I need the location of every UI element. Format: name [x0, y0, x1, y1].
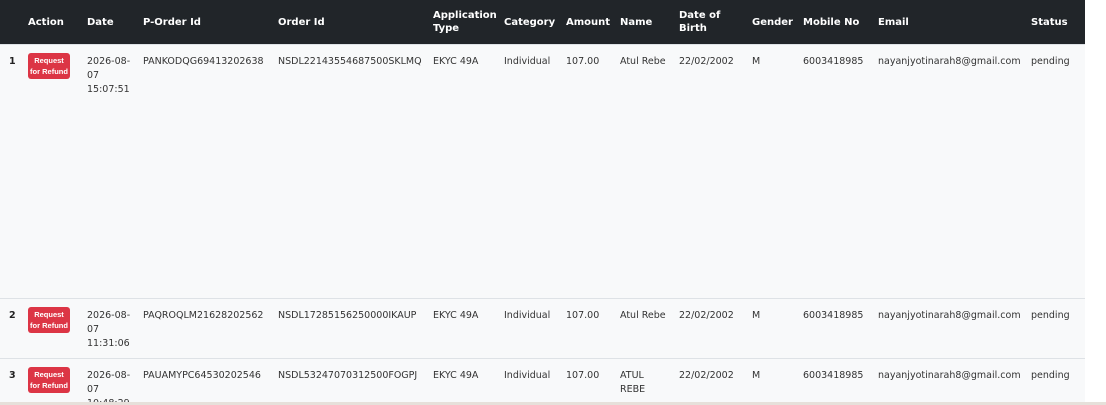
order-id-cell: NSDL17285156250000IKAUP [274, 298, 429, 359]
header-mobile-no: Mobile No [799, 0, 874, 45]
table-body: 1 Request for Refund 2026-08-07 15:07:51… [0, 44, 1085, 405]
p-order-id-cell: PAQROQLM21628202562 [139, 298, 274, 359]
dob-cell: 22/02/2002 [675, 298, 748, 359]
header-action: Action [24, 0, 83, 45]
date-cell: 2026-08-07 10:48:29 [83, 358, 139, 405]
vertical-scrollbar[interactable] [1085, 0, 1106, 405]
dob-cell: 22/02/2002 [675, 44, 748, 299]
name-cell: Atul Rebe [616, 298, 675, 359]
dob-cell: 22/02/2002 [675, 358, 748, 405]
mobile-cell: 6003418985 [799, 298, 874, 359]
header-name: Name [616, 0, 675, 45]
amount-cell: 107.00 [562, 358, 616, 405]
action-cell: Request for Refund [24, 358, 83, 405]
email-cell: nayanjyotinarah8@gmail.com [874, 358, 1027, 405]
category-cell: Individual [500, 358, 562, 405]
request-refund-button[interactable]: Request for Refund [28, 367, 70, 393]
status-cell: pending [1027, 44, 1085, 299]
status-cell: pending [1027, 358, 1085, 405]
header-category: Category [500, 0, 562, 45]
header-row: Action Date P-Order Id Order Id Applicat… [0, 0, 1085, 45]
email-cell: nayanjyotinarah8@gmail.com [874, 298, 1027, 359]
order-id-cell: NSDL22143554687500SKLMQ [274, 44, 429, 299]
header-order-id: Order Id [274, 0, 429, 45]
table-row: 2 Request for Refund 2026-08-07 11:31:06… [0, 298, 1085, 359]
application-type-cell: EKYC 49A [429, 44, 500, 299]
row-index: 2 [0, 298, 24, 359]
row-index: 3 [0, 358, 24, 405]
category-cell: Individual [500, 44, 562, 299]
orders-table: Action Date P-Order Id Order Id Applicat… [0, 0, 1085, 405]
header-amount: Amount [562, 0, 616, 45]
mobile-cell: 6003418985 [799, 44, 874, 299]
gender-cell: M [748, 358, 799, 405]
amount-cell: 107.00 [562, 44, 616, 299]
mobile-cell: 6003418985 [799, 358, 874, 405]
amount-cell: 107.00 [562, 298, 616, 359]
p-order-id-cell: PAUAMYPC64530202546 [139, 358, 274, 405]
table-header: Action Date P-Order Id Order Id Applicat… [0, 0, 1085, 45]
request-refund-button[interactable]: Request for Refund [28, 307, 70, 333]
header-application-type: Application Type [429, 0, 500, 45]
orders-table-container: Action Date P-Order Id Order Id Applicat… [0, 0, 1085, 405]
p-order-id-cell: PANKODQG69413202638 [139, 44, 274, 299]
table-row: 1 Request for Refund 2026-08-07 15:07:51… [0, 44, 1085, 299]
action-cell: Request for Refund [24, 298, 83, 359]
row-index: 1 [0, 44, 24, 299]
header-p-order-id: P-Order Id [139, 0, 274, 45]
date-cell: 2026-08-07 11:31:06 [83, 298, 139, 359]
gender-cell: M [748, 44, 799, 299]
order-id-cell: NSDL53247070312500FOGPJ [274, 358, 429, 405]
email-cell: nayanjyotinarah8@gmail.com [874, 44, 1027, 299]
action-cell: Request for Refund [24, 44, 83, 299]
request-refund-button[interactable]: Request for Refund [28, 53, 70, 79]
category-cell: Individual [500, 298, 562, 359]
header-status: Status [1027, 0, 1085, 45]
name-cell: Atul Rebe [616, 44, 675, 299]
application-type-cell: EKYC 49A [429, 298, 500, 359]
header-gender: Gender [748, 0, 799, 45]
status-cell: pending [1027, 298, 1085, 359]
table-row: 3 Request for Refund 2026-08-07 10:48:29… [0, 358, 1085, 405]
header-date-of-birth: Date of Birth [675, 0, 748, 45]
name-cell: ATUL REBE [616, 358, 675, 405]
header-email: Email [874, 0, 1027, 45]
header-date: Date [83, 0, 139, 45]
header-index [0, 0, 24, 45]
gender-cell: M [748, 298, 799, 359]
application-type-cell: EKYC 49A [429, 358, 500, 405]
date-cell: 2026-08-07 15:07:51 [83, 44, 139, 299]
page-viewport: Action Date P-Order Id Order Id Applicat… [0, 0, 1106, 405]
